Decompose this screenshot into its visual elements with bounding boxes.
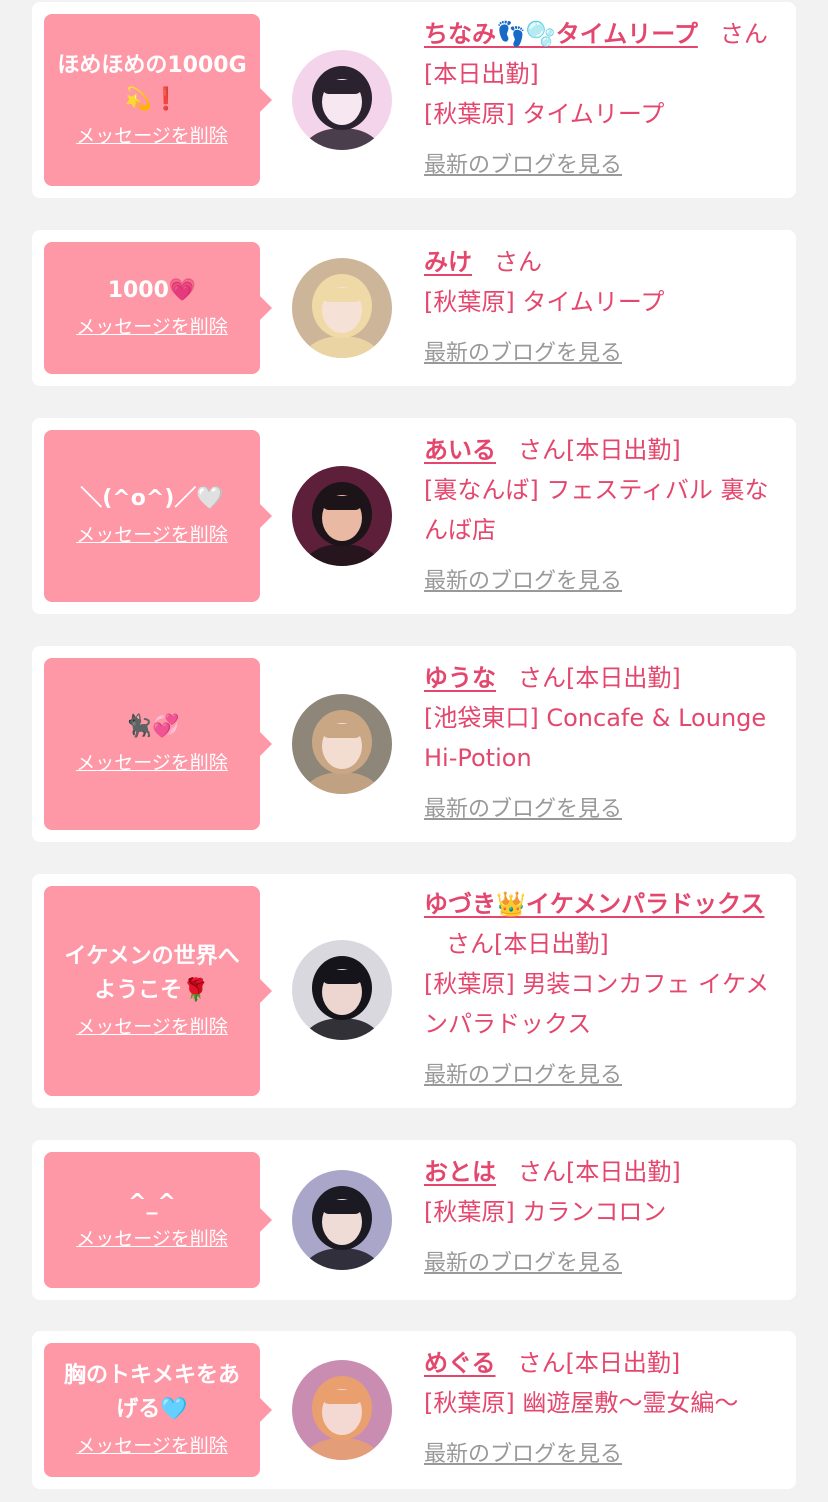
honorific: さん — [518, 664, 566, 692]
cast-info: あいる さん[本日出勤] [裏なんば] フェスティバル 裏なんば店 最新のブログを… — [424, 430, 776, 600]
message-bubble: ほめほめの1000G 💫❗ メッセージを削除 — [44, 14, 272, 186]
message-bubble: 胸のトキメキをあげる🩵 メッセージを削除 — [44, 1343, 272, 1477]
honorific: さん — [719, 20, 768, 48]
cast-info: めぐる さん[本日出勤] [秋葉原] 幽遊屋敷〜霊女編〜 最新のブログを見る — [424, 1343, 776, 1473]
latest-blog-link[interactable]: 最新のブログを見る — [424, 336, 622, 372]
profile-photo — [292, 694, 392, 794]
honorific: さん — [517, 1349, 566, 1377]
shop-name: [秋葉原] カランコロン — [424, 1198, 667, 1226]
working-today-badge: [本日出勤] — [566, 664, 681, 692]
honorific: さん — [518, 436, 566, 464]
delete-message-link[interactable]: メッセージを削除 — [76, 520, 228, 550]
delete-message-link[interactable]: メッセージを削除 — [76, 312, 228, 342]
profile-photo — [292, 1170, 392, 1270]
message-bubble: 1000💗 メッセージを削除 — [44, 242, 272, 374]
cast-info: ゆうな さん[本日出勤] [池袋東口] Concafe & Lounge Hi-P… — [424, 658, 776, 828]
favorite-card: 🐈‍⬛💞 メッセージを削除 ゆうな さん[本日出勤] [池袋東口] Concafe… — [32, 646, 796, 842]
shop-name: [秋葉原] 幽遊屋敷〜霊女編〜 — [424, 1389, 739, 1417]
honorific: さん — [518, 1158, 566, 1186]
latest-blog-link[interactable]: 最新のブログを見る — [424, 792, 622, 828]
cast-name-link[interactable]: あいる — [424, 436, 496, 464]
message-bubble: イケメンの世界へ ようこそ🌹 メッセージを削除 — [44, 886, 272, 1096]
latest-blog-link[interactable]: 最新のブログを見る — [424, 148, 622, 184]
working-today-badge: [本日出勤] — [565, 1349, 681, 1377]
shop-name: [裏なんば] フェスティバル 裏なんば店 — [424, 476, 769, 544]
profile-photo — [292, 50, 392, 150]
honorific: さん — [446, 930, 494, 958]
favorite-card: 1000💗 メッセージを削除 みけ さん [秋葉原] タイムリープ 最新のブログを… — [32, 230, 796, 386]
cast-name-link[interactable]: おとは — [424, 1158, 496, 1186]
profile-photo — [292, 466, 392, 566]
delete-message-link[interactable]: メッセージを削除 — [76, 121, 228, 151]
cast-name-link[interactable]: ちなみ👣🫧タイムリープ — [424, 20, 698, 48]
message-text: 1000💗 — [107, 278, 197, 303]
cast-info: みけ さん [秋葉原] タイムリープ 最新のブログを見る — [424, 242, 776, 372]
delete-message-link[interactable]: メッセージを削除 — [76, 1012, 228, 1042]
favorite-card: イケメンの世界へ ようこそ🌹 メッセージを削除 ゆづき👑イケメンパラドックスさん… — [32, 874, 796, 1108]
avatar[interactable] — [292, 940, 392, 1040]
avatar[interactable] — [292, 50, 392, 150]
message-bubble: 🐈‍⬛💞 メッセージを削除 — [44, 658, 272, 830]
profile-photo — [292, 940, 392, 1040]
working-today-badge: [本日出勤] — [566, 436, 681, 464]
shop-name: [秋葉原] タイムリープ — [424, 100, 665, 128]
favorite-card: ^_^ メッセージを削除 おとは さん[本日出勤] [秋葉原] カランコロン 最新… — [32, 1140, 796, 1300]
message-bubble: ＼(^o^)／🤍 メッセージを削除 — [44, 430, 272, 602]
message-text: 🐈‍⬛💞 — [124, 714, 180, 739]
working-today-badge: [本日出勤] — [494, 930, 609, 958]
message-text: ほめほめの1000G 💫❗ — [57, 53, 247, 112]
avatar[interactable] — [292, 694, 392, 794]
working-today-badge: [本日出勤] — [424, 60, 539, 88]
message-text: イケメンの世界へ ようこそ🌹 — [64, 944, 240, 1003]
avatar[interactable] — [292, 258, 392, 358]
latest-blog-link[interactable]: 最新のブログを見る — [424, 1058, 622, 1094]
cast-name-link[interactable]: みけ — [424, 248, 472, 276]
shop-name: [池袋東口] Concafe & Lounge Hi-Potion — [424, 704, 767, 772]
message-text: ＼(^o^)／🤍 — [80, 486, 224, 511]
avatar[interactable] — [292, 1360, 392, 1460]
profile-photo — [292, 1360, 392, 1460]
latest-blog-link[interactable]: 最新のブログを見る — [424, 1246, 622, 1282]
delete-message-link[interactable]: メッセージを削除 — [76, 1431, 228, 1461]
profile-photo — [292, 258, 392, 358]
message-text: 胸のトキメキをあげる🩵 — [63, 1363, 240, 1422]
message-bubble: ^_^ メッセージを削除 — [44, 1152, 272, 1288]
cast-info: ちなみ👣🫧タイムリープ さん [本日出勤] [秋葉原] タイムリープ 最新のブログを… — [424, 14, 776, 184]
delete-message-link[interactable]: メッセージを削除 — [76, 1224, 228, 1254]
cast-name-link[interactable]: めぐる — [424, 1349, 496, 1377]
working-today-badge: [本日出勤] — [566, 1158, 681, 1186]
shop-name: [秋葉原] 男装コンカフェ イケメンパラドックス — [424, 970, 770, 1038]
shop-name: [秋葉原] タイムリープ — [424, 288, 665, 316]
avatar[interactable] — [292, 1170, 392, 1270]
favorite-card: 胸のトキメキをあげる🩵 メッセージを削除 めぐる さん[本日出勤] [秋葉原] 幽… — [32, 1331, 796, 1489]
latest-blog-link[interactable]: 最新のブログを見る — [424, 564, 622, 600]
message-text: ^_^ — [128, 1190, 176, 1215]
avatar[interactable] — [292, 466, 392, 566]
favorite-card: ＼(^o^)／🤍 メッセージを削除 あいる さん[本日出勤] [裏なんば] フェス… — [32, 418, 796, 614]
latest-blog-link[interactable]: 最新のブログを見る — [424, 1437, 622, 1473]
cast-name-link[interactable]: ゆづき👑イケメンパラドックス — [424, 890, 764, 918]
message-list: ほめほめの1000G 💫❗ メッセージを削除 ちなみ👣🫧タイムリープ さん[本日出… — [0, 0, 828, 1502]
cast-info: ゆづき👑イケメンパラドックスさん[本日出勤] [秋葉原] 男装コンカフェ イケメ… — [424, 884, 776, 1094]
delete-message-link[interactable]: メッセージを削除 — [76, 748, 228, 778]
cast-name-link[interactable]: ゆうな — [424, 664, 496, 692]
honorific: さん — [494, 248, 542, 276]
cast-info: おとは さん[本日出勤] [秋葉原] カランコロン 最新のブログを見る — [424, 1152, 776, 1282]
favorite-card: ほめほめの1000G 💫❗ メッセージを削除 ちなみ👣🫧タイムリープ さん [本日出… — [32, 2, 796, 198]
